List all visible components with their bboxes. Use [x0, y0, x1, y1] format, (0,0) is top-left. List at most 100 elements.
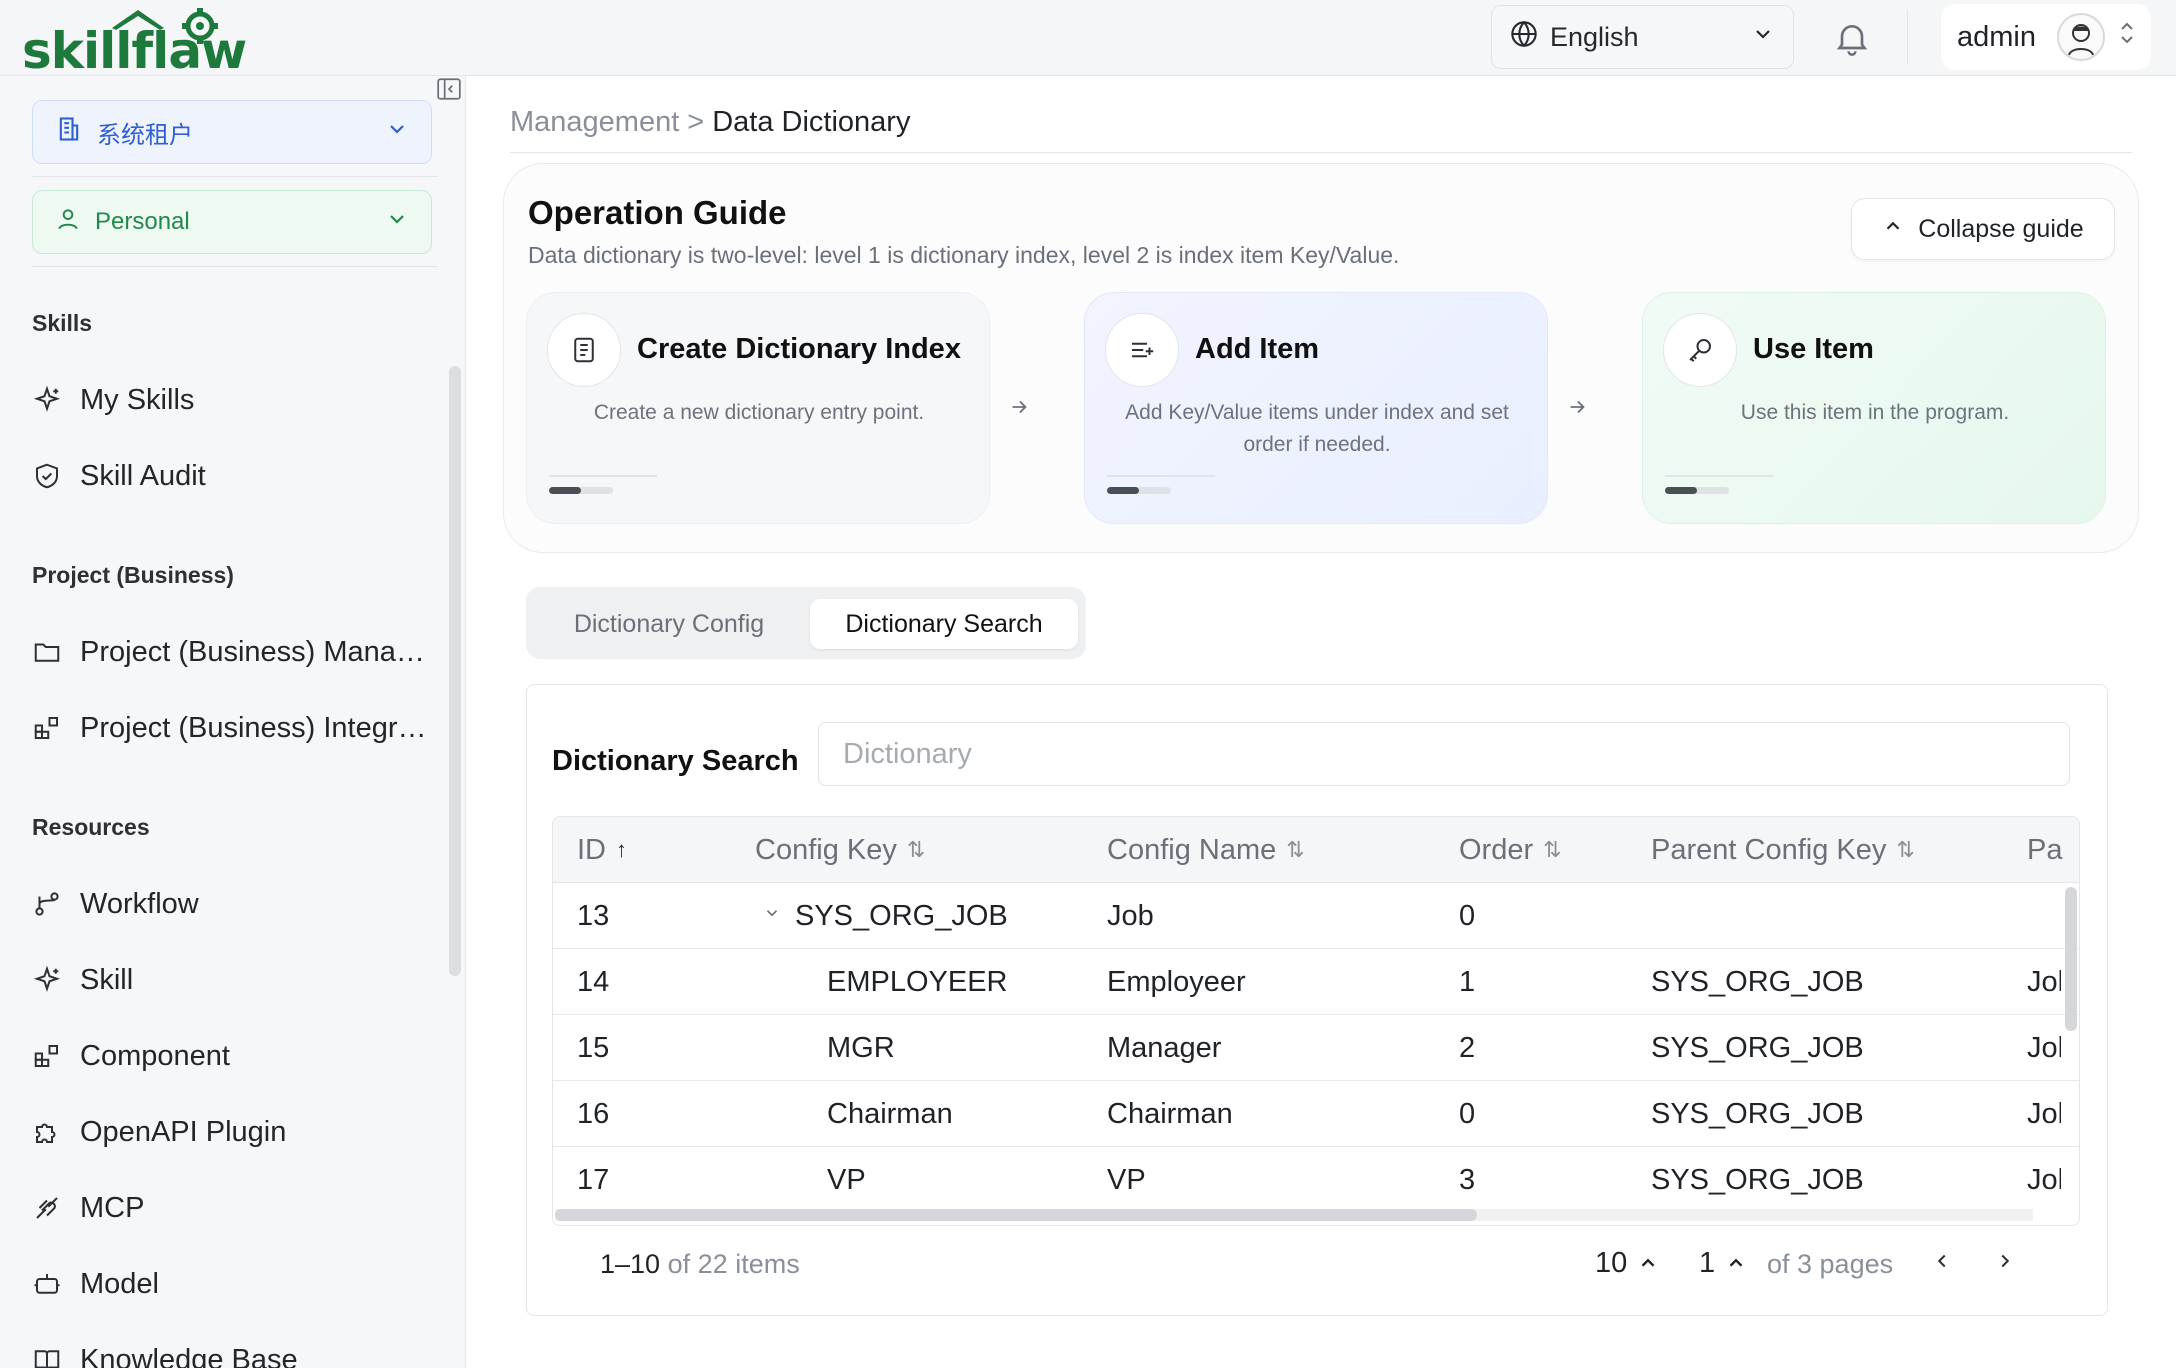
sidebar-item-label: Workflow: [80, 887, 199, 920]
language-select[interactable]: English: [1491, 5, 1794, 69]
sort-icon: ⇅: [1543, 837, 1562, 862]
step-progress: [1665, 487, 1729, 494]
tenant-select[interactable]: 系统租户: [32, 100, 432, 164]
sidebar-item-project-management[interactable]: Project (Business) Management: [32, 624, 432, 680]
breadcrumb-parent[interactable]: Management: [510, 106, 679, 139]
sidebar-collapse-icon[interactable]: [436, 76, 462, 102]
sidebar-scrollbar[interactable]: [449, 366, 461, 976]
column-config-key[interactable]: Config Key ⇅: [755, 817, 925, 883]
guide-step-create-index: Create Dictionary Index Create a new dic…: [526, 292, 990, 524]
cell-parent-key: SYS_ORG_JOB: [1651, 1031, 1864, 1064]
next-page-button[interactable]: [1987, 1245, 2023, 1281]
dictionary-tabs: Dictionary Config Dictionary Search: [526, 587, 1086, 659]
search-label: Dictionary Search: [552, 745, 799, 777]
step-track: [1107, 475, 1215, 477]
scroll-thumb[interactable]: [555, 1209, 1477, 1221]
tab-dictionary-search[interactable]: Dictionary Search: [810, 599, 1078, 649]
chevron-down-icon: [385, 117, 409, 148]
guide-step-use-item: Use Item Use this item in the program.: [1642, 292, 2106, 524]
sidebar-divider: [32, 176, 438, 177]
breadcrumb-divider: [510, 152, 2132, 153]
column-pa[interactable]: Pa: [2027, 817, 2062, 883]
column-label: Pa: [2027, 833, 2063, 866]
cell-id: 14: [577, 965, 610, 998]
space-label: Personal: [95, 208, 190, 235]
pagination-range: 1–10: [600, 1249, 661, 1279]
username: admin: [1957, 20, 2036, 53]
cell-config-name: VP: [1107, 1163, 1146, 1196]
pagination-pages-label: of 3 pages: [1767, 1249, 1894, 1279]
column-order[interactable]: Order ⇅: [1459, 817, 1562, 883]
cell-order: 1: [1459, 965, 1476, 998]
current-page-value: 1: [1699, 1246, 1716, 1279]
step-description: Create a new dictionary entry point.: [593, 401, 925, 424]
operation-guide: Operation Guide Data dictionary is two-l…: [503, 163, 2139, 553]
sidebar-item-knowledge-base[interactable]: Knowledge Base: [32, 1332, 432, 1368]
cell-extra: Jol: [2027, 1163, 2061, 1196]
sort-icon: ⇅: [906, 837, 926, 862]
sidebar-item-workflow[interactable]: Workflow: [32, 876, 432, 932]
table-row[interactable]: 17 VP VP 3 SYS_ORG_JOB Jol: [553, 1147, 2079, 1213]
table-row[interactable]: 13 SYS_ORG_JOB Job 0: [553, 883, 2079, 949]
bot-icon: [32, 1269, 62, 1299]
step-title: Use Item: [1753, 333, 1874, 365]
sidebar-item-label: OpenAPI Plugin: [80, 1115, 287, 1148]
skillflaw-logo[interactable]: skillflaw: [20, 4, 280, 80]
sidebar-item-component[interactable]: Component: [32, 1028, 432, 1084]
sparkle-icon: [32, 385, 62, 415]
column-parent-config-key[interactable]: Parent Config Key ⇅: [1651, 817, 1915, 883]
cell-extra: Jol: [2027, 965, 2061, 998]
space-select[interactable]: Personal: [32, 190, 432, 254]
chevron-updown-icon: [2117, 19, 2137, 55]
dictionary-search-input[interactable]: [818, 722, 2070, 786]
cell-config-name: Chairman: [1107, 1097, 1233, 1130]
sidebar-item-openapi-plugin[interactable]: OpenAPI Plugin: [32, 1104, 432, 1160]
notification-bell-icon[interactable]: [1832, 18, 1872, 58]
table-vertical-scrollbar[interactable]: [2065, 887, 2077, 1207]
cell-order: 0: [1459, 899, 1476, 932]
table-header: ID ↑ Config Key ⇅ Config Name ⇅ Order ⇅ Pare…: [553, 817, 2079, 883]
cell-config-key: Chairman: [827, 1097, 953, 1130]
current-page-select[interactable]: 1: [1699, 1241, 1747, 1285]
tenant-label: 系统租户: [97, 121, 193, 149]
column-config-name[interactable]: Config Name ⇅: [1107, 817, 1305, 883]
table-horizontal-scrollbar[interactable]: [555, 1209, 2033, 1221]
step-description: Add Key/Value items under index and set …: [1125, 401, 1509, 456]
guide-description: Data dictionary is two-level: level 1 is…: [528, 242, 1400, 268]
sidebar-item-mcp[interactable]: MCP: [32, 1180, 432, 1236]
sidebar-item-project-integration[interactable]: Project (Business) Integration: [32, 700, 432, 756]
key-icon: [1663, 313, 1737, 387]
cell-order: 3: [1459, 1163, 1476, 1196]
chevron-down-icon[interactable]: [763, 904, 789, 928]
pagination-of: of: [667, 1249, 691, 1279]
sidebar-item-label: Skill: [80, 963, 134, 996]
sidebar-item-model[interactable]: Model: [32, 1256, 432, 1312]
prev-page-button[interactable]: [1924, 1245, 1960, 1281]
sidebar-item-label: MCP: [80, 1191, 145, 1224]
table-row[interactable]: 16 Chairman Chairman 0 SYS_ORG_JOB Jol: [553, 1081, 2079, 1147]
section-project-business: Project (Business): [32, 562, 234, 588]
sort-asc-icon: ↑: [616, 837, 627, 862]
globe-icon: [1510, 20, 1538, 55]
guide-step-add-item: Add Item Add Key/Value items under index…: [1084, 292, 1548, 524]
sidebar-item-skill-audit[interactable]: Skill Audit: [32, 448, 432, 504]
chevron-up-icon: [1882, 215, 1904, 244]
scroll-thumb[interactable]: [2065, 887, 2077, 1031]
cell-config-key: VP: [827, 1163, 866, 1196]
cell-config-key: EMPLOYEER: [827, 965, 1008, 998]
user-menu[interactable]: admin: [1941, 4, 2151, 70]
column-label: ID: [577, 833, 606, 866]
tab-dictionary-config[interactable]: Dictionary Config: [536, 599, 802, 649]
table-row[interactable]: 15 MGR Manager 2 SYS_ORG_JOB Jol: [553, 1015, 2079, 1081]
section-resources: Resources: [32, 814, 150, 840]
chevron-down-icon: [385, 207, 409, 238]
folder-icon: [32, 637, 62, 667]
sidebar-item-my-skills[interactable]: My Skills: [32, 372, 432, 428]
sidebar-item-skill[interactable]: Skill: [32, 952, 432, 1008]
arrow-right-icon: [1004, 392, 1034, 422]
column-id[interactable]: ID ↑: [577, 817, 627, 883]
table-row[interactable]: 14 EMPLOYEER Employeer 1 SYS_ORG_JOB Jol: [553, 949, 2079, 1015]
page-size-select[interactable]: 10: [1595, 1241, 1659, 1285]
guide-title: Operation Guide: [528, 194, 787, 231]
collapse-guide-button[interactable]: Collapse guide: [1851, 198, 2115, 260]
